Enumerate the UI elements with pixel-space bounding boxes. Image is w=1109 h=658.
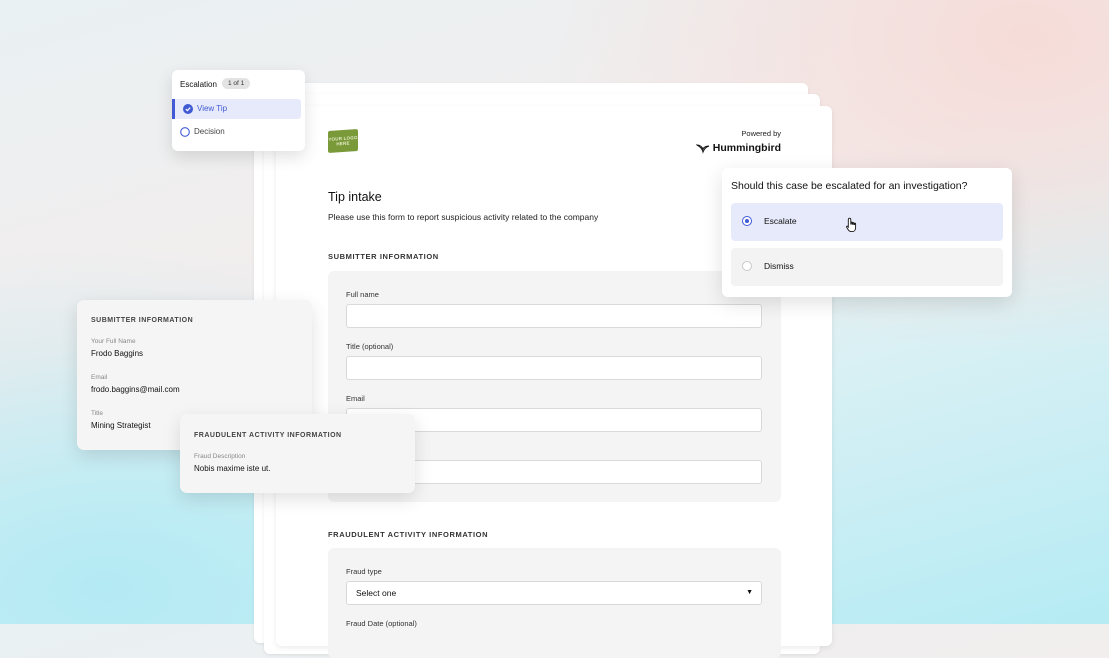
option-dismiss-label: Dismiss: [764, 261, 794, 271]
caret-down-icon: ▼: [746, 589, 753, 596]
hand-pointer-icon: [846, 217, 857, 233]
fraud-desc-key: Fraud Description: [194, 453, 246, 460]
title-value: Mining Strategist: [91, 421, 151, 430]
fraud-type-select[interactable]: Select one ▼: [346, 581, 762, 605]
brand: Hummingbird: [695, 142, 781, 154]
step-decision-label: Decision: [194, 127, 225, 136]
fraud-section-heading: FRAUDULENT ACTIVITY INFORMATION: [328, 530, 489, 539]
full-name-value: Frodo Baggins: [91, 349, 144, 358]
logo-text: YOUR LOGO HERE: [328, 134, 358, 147]
company-logo: YOUR LOGO HERE: [328, 128, 358, 154]
decision-question: Should this case be escalated for an inv…: [731, 180, 968, 192]
fraud-info-card: FRAUDULENT ACTIVITY INFORMATION Fraud De…: [180, 414, 415, 493]
radio-unselected-icon: [742, 261, 752, 271]
full-name-key: Your Full Name: [91, 338, 136, 345]
title-key: Title: [91, 410, 104, 417]
submitter-section-heading: SUBMITTER INFORMATION: [328, 252, 439, 261]
full-name-label: Full name: [346, 290, 379, 299]
escalation-panel: Escalation 1 of 1 View Tip Decision: [172, 70, 305, 151]
escalation-count-badge: 1 of 1: [222, 78, 251, 89]
check-circle-icon: [183, 104, 193, 114]
email-value: frodo.baggins@mail.com: [91, 385, 180, 394]
fraud-panel: Fraud type Select one ▼ Fraud Date (opti…: [328, 548, 781, 658]
empty-circle-icon: [180, 127, 190, 137]
hummingbird-icon: [695, 143, 709, 154]
form-subtitle: Please use this form to report suspiciou…: [328, 212, 599, 222]
step-view-tip[interactable]: View Tip: [172, 99, 301, 119]
powered-by: Powered by Hummingbird: [695, 129, 781, 154]
email-label: Email: [346, 394, 365, 403]
fraud-type-label: Fraud type: [346, 567, 382, 576]
decision-card: Should this case be escalated for an inv…: [722, 168, 1012, 297]
full-name-input[interactable]: [346, 304, 762, 328]
step-decision[interactable]: Decision: [172, 122, 298, 142]
submitter-card-heading: SUBMITTER INFORMATION: [91, 317, 194, 324]
form-title: Tip intake: [328, 190, 382, 204]
powered-by-label: Powered by: [741, 129, 781, 138]
title-input[interactable]: [346, 356, 762, 380]
fraud-type-value: Select one: [356, 588, 397, 598]
title-label: Title (optional): [346, 342, 394, 351]
fraud-desc-value: Nobis maxime iste ut.: [194, 464, 271, 473]
option-escalate[interactable]: Escalate: [731, 203, 1003, 241]
brand-name: Hummingbird: [712, 142, 781, 154]
step-view-tip-label: View Tip: [197, 104, 228, 113]
escalation-title: Escalation: [180, 80, 217, 89]
option-escalate-label: Escalate: [764, 216, 797, 226]
option-dismiss[interactable]: Dismiss: [731, 248, 1003, 286]
fraud-card-heading: FRAUDULENT ACTIVITY INFORMATION: [194, 432, 342, 439]
radio-selected-icon: [742, 216, 752, 226]
email-key: Email: [91, 374, 108, 381]
